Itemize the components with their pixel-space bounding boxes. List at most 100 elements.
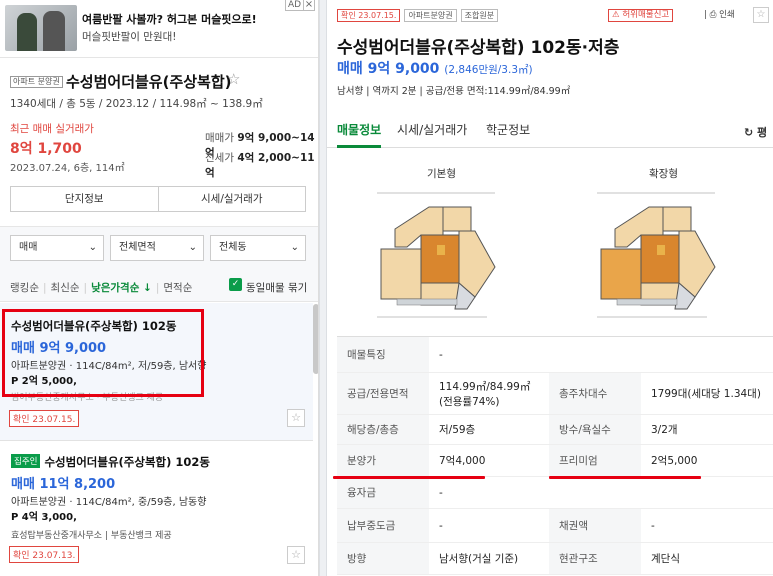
detail-tabs: 매물정보 시세/실거래가 학군정보 ↻ 평 (327, 112, 773, 148)
sort-options: 랭킹순 | 최신순 | 낮은가격순 ↓ | 면적순 (10, 282, 193, 294)
favorite-star-icon[interactable]: ☆ (227, 70, 240, 88)
ad-title[interactable]: 여름반팔 사볼까? 허그본 머슬핏으로! (82, 11, 257, 27)
spec-header: 방향 (337, 543, 429, 574)
detail-tags: 확인 23.07.15. 아파트분양권 조합원분 (337, 9, 499, 22)
union-tag: 조합원분 (460, 9, 499, 22)
complex-button-row: 단지정보 시세/실거래가 (10, 186, 306, 212)
close-icon[interactable]: × (303, 0, 315, 11)
table-row: 융자금 - (337, 477, 773, 509)
ad-badge: AD (285, 0, 305, 11)
detail-title: 수성범어더블유(주상복합) 102동·저층 (337, 38, 620, 58)
listing-title: 집주인 수성범어더블유(주상복합) 102동 (11, 454, 210, 470)
trade-type-value: 매매 (19, 242, 38, 253)
highlight-box (2, 309, 204, 397)
ad-image[interactable] (5, 5, 77, 51)
complex-type-tag: 아파트 분양권 (10, 76, 63, 88)
chevron-down-icon: ⌄ (290, 242, 299, 253)
owner-badge: 집주인 (11, 454, 41, 468)
complex-info-button[interactable]: 단지정보 (11, 187, 158, 211)
confirm-tag: 확인 23.07.15. (337, 9, 401, 22)
complex-name: 수성범어더블유(주상복합) (66, 73, 232, 91)
ad-subtitle[interactable]: 머슬핏반팔이 만원대! (82, 29, 177, 44)
recent-trade-date: 2023.07.24, 6층, 114㎡ (10, 163, 125, 174)
spec-value: 1799대(세대당 1.34대) (651, 388, 761, 400)
spec-value: 저/59층 (439, 424, 476, 436)
spec-header: 채권액 (549, 509, 641, 542)
print-label: 인쇄 (719, 10, 735, 20)
trade-type-select[interactable]: 매매 ⌄ (10, 235, 104, 261)
dong-select[interactable]: 전체동 ⌄ (210, 235, 306, 261)
spec-value: 3/2개 (651, 424, 678, 436)
check-icon[interactable]: ✓ (229, 278, 242, 291)
active-tab-indicator (337, 145, 381, 148)
listing-panel: 여름반팔 사볼까? 허그본 머슬핏으로! 머슬핏반팔이 만원대! AD × 아파… (0, 0, 319, 576)
spec-header: 매물특징 (337, 337, 429, 372)
table-row: 해당층/총층 저/59층 방수/욕실수 3/2개 (337, 415, 773, 445)
favorite-star-icon[interactable]: ☆ (287, 409, 305, 427)
sort-newest[interactable]: 최신순 (51, 282, 80, 294)
spec-header: 공급/전용면적 (337, 373, 429, 414)
spec-header: 융자금 (337, 477, 429, 508)
spec-header: 해당층/총층 (337, 415, 429, 444)
table-row: 분양가 7억4,000 프리미엄 2억5,000 (337, 445, 773, 477)
listing-title-text: 수성범어더블유(주상복합) 102동 (44, 455, 210, 469)
floorplan-extended-image[interactable] (587, 187, 723, 327)
spec-header: 납부중도금 (337, 509, 429, 542)
report-button[interactable]: ⚠ 허위매물신고 (608, 9, 674, 22)
spec-header: 총주차대수 (549, 373, 641, 414)
listing-price: 매매 11억 8,200 (11, 477, 116, 492)
detail-price: 매매 9억 9,000 (2,846만원/3.3㎡) (337, 58, 533, 78)
detail-price-value: 매매 9억 9,000 (337, 61, 440, 77)
spec-header: 분양가 (337, 445, 429, 476)
table-row: 납부중도금 - 채권액 - (337, 509, 773, 543)
spec-value: 남서향(거실 기준) (439, 553, 519, 565)
sort-low-price[interactable]: 낮은가격순 ↓ (91, 282, 152, 294)
favorite-star-icon[interactable]: ☆ (287, 546, 305, 564)
table-row: 공급/전용면적 114.99㎡/84.99㎡(전용률74%) 총주차대수 179… (337, 373, 773, 415)
tab-school-info[interactable]: 학군정보 (486, 121, 530, 138)
area-select[interactable]: 전체면적 ⌄ (110, 235, 204, 261)
sale-label: 매매가 (205, 132, 234, 144)
price-history-button[interactable]: 시세/실거래가 (157, 187, 306, 211)
confirm-date-badge: 확인 23.07.13. (9, 546, 80, 563)
spec-value: - (651, 519, 655, 532)
floorplan-basic-image[interactable] (367, 187, 503, 327)
ad-banner[interactable]: 여름반팔 사볼까? 허그본 머슬핏으로! 머슬핏반팔이 만원대! AD × (0, 0, 318, 58)
group-same-listing-label[interactable]: 동일매물 묶기 (246, 280, 307, 295)
spec-value: - (439, 486, 443, 499)
highlight-underline (333, 476, 485, 479)
sort-ranking[interactable]: 랭킹순 (10, 282, 39, 294)
dong-value: 전체동 (219, 242, 247, 253)
chevron-down-icon: ⌄ (88, 242, 97, 253)
detail-info: 남서향 | 역까지 2분 | 공급/전용 면적:114.99㎡/84.99㎡ (337, 86, 571, 97)
tab-listing-info[interactable]: 매물정보 (337, 121, 381, 138)
spec-value: - (439, 348, 443, 361)
panel-divider[interactable] (319, 0, 327, 576)
chevron-down-icon: ⌄ (188, 242, 197, 253)
sort-area[interactable]: 면적순 (163, 282, 192, 294)
price-per-area: (2,846만원/3.3㎡) (444, 64, 533, 76)
spec-header: 프리미엄 (549, 445, 641, 476)
refresh-icon[interactable]: ↻ 평 (744, 124, 767, 140)
spec-header: 현관구조 (549, 543, 641, 574)
highlight-underline (549, 476, 701, 479)
filter-area: 매매 ⌄ 전체면적 ⌄ 전체동 ⌄ 랭킹순 | 최신순 | 낮은가격순 ↓ | 면적순 ✓ 동일매… (0, 226, 318, 302)
floorplan-extended-label: 확장형 (649, 168, 678, 180)
spec-value: 계단식 (651, 553, 680, 565)
floorplan-basic-label: 기본형 (427, 168, 456, 180)
favorite-star-icon[interactable]: ☆ (753, 7, 769, 23)
rent-price-range: 전세가 4억 2,000~11억 (205, 150, 318, 180)
tab-price-history[interactable]: 시세/실거래가 (397, 121, 467, 138)
rent-label: 전세가 (205, 152, 234, 164)
spec-header: 방수/욕실수 (549, 415, 641, 444)
spec-value: 2억5,000 (651, 455, 698, 467)
spec-value: 7억4,000 (439, 455, 486, 467)
print-button[interactable]: | ⎙ 인쇄 (704, 9, 735, 22)
table-row: 매물특징 - (337, 337, 773, 373)
detail-panel: 확인 23.07.15. 아파트분양권 조합원분 ⚠ 허위매물신고 | ⎙ 인쇄… (327, 0, 773, 576)
type-tag: 아파트분양권 (404, 9, 457, 22)
listing-premium: P 4억 3,000, (11, 512, 77, 523)
recent-trade-label: 최근 매매 실거래가 (10, 123, 94, 135)
area-value: 전체면적 (119, 242, 156, 253)
recent-trade-price: 8억 1,700 (10, 141, 82, 157)
